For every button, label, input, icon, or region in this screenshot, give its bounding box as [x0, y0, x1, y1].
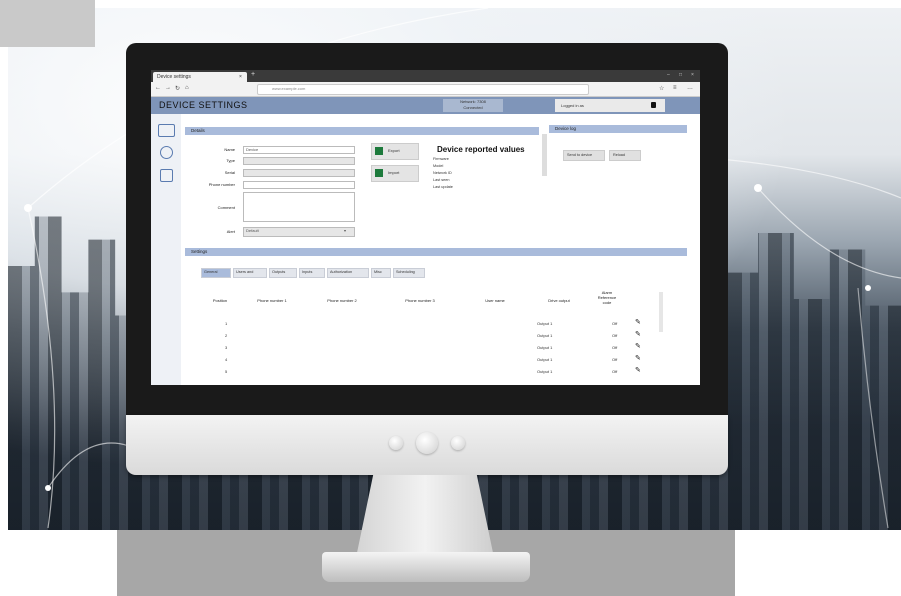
browser-tab[interactable]: Device settings × [153, 72, 247, 82]
user-label: Logged in as [561, 103, 584, 108]
browser-tabbar: Device settings × + – □ × [151, 70, 700, 82]
new-tab-button[interactable]: + [251, 71, 255, 78]
star-icon[interactable]: ☆ [659, 85, 664, 92]
col-header-position: Position [212, 298, 228, 303]
lock-icon[interactable] [651, 102, 656, 108]
reload-button[interactable]: Reload [609, 150, 641, 161]
edit-icon[interactable]: ✎ [635, 354, 641, 362]
tab-inputs[interactable]: Inputs [299, 268, 325, 278]
tab-users[interactable]: Users and [233, 268, 267, 278]
tablet-icon[interactable] [160, 169, 173, 182]
col-header-phone-2: Phone number 2 [327, 298, 357, 303]
url-text: www.example.com [272, 86, 306, 91]
excel-icon [375, 147, 383, 155]
back-icon[interactable]: ← [155, 85, 161, 91]
reload-icon[interactable]: ↻ [175, 85, 180, 92]
col-header-user-name: User name [485, 298, 505, 303]
monitor-chin [126, 415, 728, 475]
url-input[interactable]: www.example.com [257, 84, 589, 95]
device-log-title: Device log [555, 126, 577, 131]
serial-field [243, 169, 355, 177]
name-label: Name [224, 147, 235, 152]
serial-label: Serial [224, 170, 235, 175]
network-line-2: Connected [463, 105, 483, 110]
name-value: Device [246, 147, 259, 152]
corner-overlay [0, 0, 95, 47]
app-header: DEVICE SETTINGS Network: 7308 Connected … [151, 97, 700, 114]
alert-label: Alert [226, 229, 235, 234]
settings-section-title: Settings [191, 249, 208, 254]
phone-number-label: Phone number [208, 182, 235, 187]
browser-tab-title: Device settings [157, 74, 191, 80]
edit-icon[interactable]: ✎ [635, 330, 641, 338]
table-row[interactable]: 2 Output 1 Off ✎ [197, 330, 667, 342]
edit-icon[interactable]: ✎ [635, 318, 641, 326]
home-icon[interactable]: ⌂ [185, 85, 189, 91]
chevron-down-icon: ▾ [344, 228, 347, 233]
tab-outputs[interactable]: Outputs [269, 268, 297, 278]
forward-icon[interactable]: → [165, 85, 171, 91]
close-icon[interactable]: × [239, 74, 242, 80]
col-header-phone-1: Phone number 1 [257, 298, 287, 303]
table-scrollbar[interactable] [659, 292, 663, 332]
chin-dot-center [416, 432, 438, 454]
address-bar: ← → ↻ ⌂ www.example.com ☆ ≡ … [151, 82, 700, 97]
tab-general[interactable]: General [201, 268, 231, 278]
details-section-bar[interactable]: Details [185, 127, 539, 135]
monitor-stand-base [322, 552, 530, 582]
tab-misc[interactable]: Misc [371, 268, 391, 278]
device-log-section-bar[interactable]: Device log [549, 125, 687, 133]
reported-row: Last seen [433, 178, 450, 182]
settings-section-bar[interactable]: Settings [185, 248, 687, 256]
minimize-button[interactable]: – [667, 72, 670, 78]
reported-row: Network ID [433, 171, 452, 175]
maximize-button[interactable]: □ [679, 72, 682, 78]
details-section-title: Details [191, 128, 205, 133]
comment-label: Comment [217, 205, 235, 210]
user-icon[interactable] [160, 146, 173, 159]
excel-import-button[interactable]: Import [371, 165, 419, 182]
table-row[interactable]: 1 Output 1 Off ✎ [197, 318, 667, 330]
tab-scheduling[interactable]: Scheduling [393, 268, 425, 278]
send-to-device-button[interactable]: Send to device [563, 150, 605, 161]
page-title: DEVICE SETTINGS [159, 100, 248, 110]
reported-values-title: Device reported values [437, 145, 525, 154]
table-row[interactable]: 5 Output 1 Off ✎ [197, 366, 667, 378]
more-icon[interactable]: … [687, 85, 693, 91]
col-header-drive-output: Drive output [548, 298, 570, 303]
chin-dot-right [451, 436, 465, 450]
tab-authorization[interactable]: Authorization [327, 268, 369, 278]
user-box[interactable]: Logged in as [555, 99, 665, 112]
table-row[interactable]: 4 Output 1 Off ✎ [197, 354, 667, 366]
phone-number-field[interactable] [243, 181, 355, 189]
type-field [243, 157, 355, 165]
excel-icon [375, 169, 383, 177]
hub-icon[interactable]: ≡ [673, 85, 677, 91]
edit-icon[interactable]: ✎ [635, 342, 641, 350]
col-header-phone-3: Phone number 3 [405, 298, 435, 303]
alert-select[interactable]: Default ▾ [243, 227, 355, 237]
monitor-screen: Device settings × + – □ × ← → ↻ ⌂ www.ex… [151, 70, 700, 385]
close-window-button[interactable]: × [691, 72, 694, 78]
reported-row: Firmware [433, 157, 449, 161]
network-info: Network: 7308 Connected [443, 99, 503, 112]
reported-row: Last update [433, 185, 453, 189]
table-row[interactable]: 3 Output 1 Off ✎ [197, 342, 667, 354]
monitor-icon[interactable] [158, 124, 175, 137]
name-field[interactable]: Device [243, 146, 355, 154]
collapse-strip[interactable] [542, 134, 547, 176]
excel-export-button[interactable]: Export [371, 143, 419, 160]
chin-dot-left [389, 436, 403, 450]
type-label: Type [226, 158, 235, 163]
comment-textarea[interactable] [243, 192, 355, 222]
alert-value: Default [246, 228, 259, 233]
edit-icon[interactable]: ✎ [635, 366, 641, 374]
col-header-alarm-ref: Alarm Reference code [597, 290, 617, 305]
reported-row: Model [433, 164, 444, 168]
sidebar [151, 114, 181, 385]
